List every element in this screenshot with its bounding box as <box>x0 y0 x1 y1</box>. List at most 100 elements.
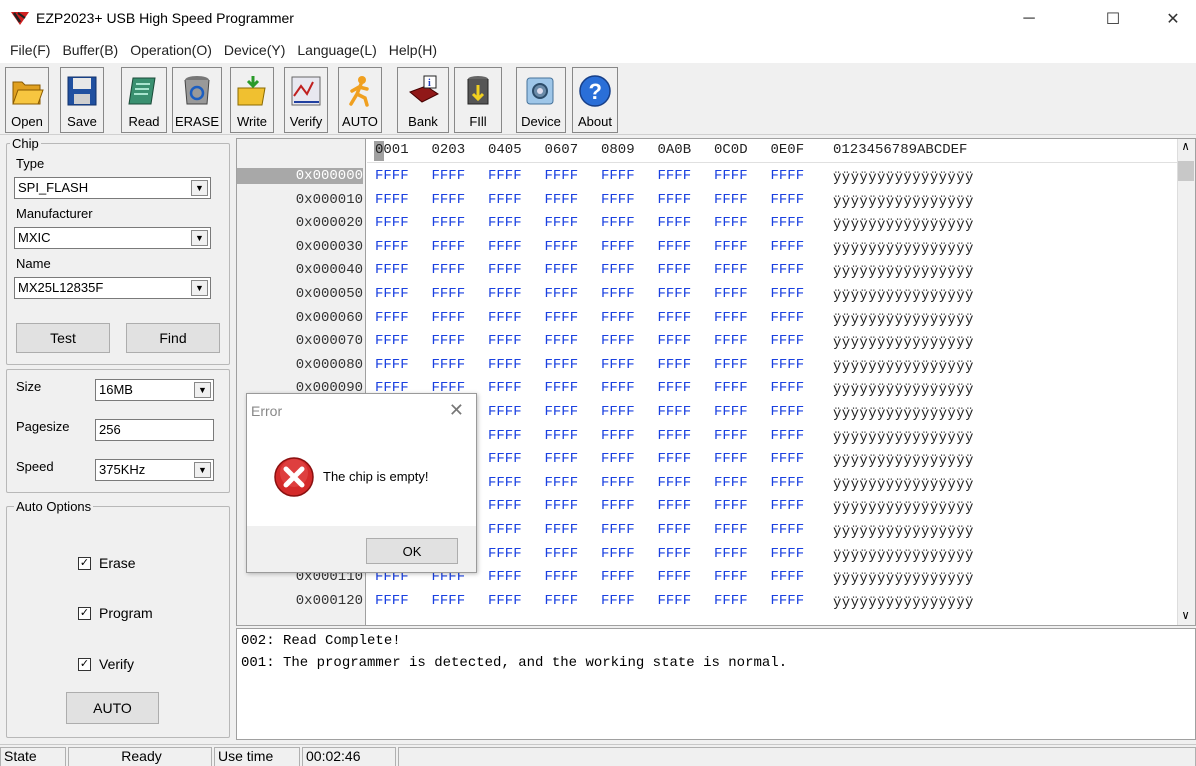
write-button[interactable]: Write <box>230 67 274 133</box>
hex-cell[interactable]: FFFF <box>375 168 409 184</box>
type-select[interactable]: SPI_FLASH ▼ <box>14 177 211 199</box>
hex-cell[interactable]: FFFF <box>375 357 409 373</box>
hex-cell[interactable]: FFFF <box>375 286 409 302</box>
hex-cell[interactable]: FFFF <box>658 593 692 609</box>
manufacturer-select[interactable]: MXIC ▼ <box>14 227 211 249</box>
hex-cell[interactable]: FFFF <box>432 239 466 255</box>
read-button[interactable]: Read <box>121 67 167 133</box>
hex-cell[interactable]: FFFF <box>601 239 635 255</box>
minimize-button[interactable]: ─ <box>1006 0 1052 37</box>
hex-cell[interactable]: FFFF <box>545 380 579 396</box>
hex-cell[interactable]: FFFF <box>658 286 692 302</box>
hex-row[interactable]: 0x000020 FFFF FFFF FFFF FFFF FFFF FFFF FFFF FFFF… <box>237 213 1195 237</box>
hex-cell[interactable]: FFFF <box>375 215 409 231</box>
hex-cell[interactable]: FFFF <box>488 380 522 396</box>
hex-cell[interactable]: FFFF <box>658 168 692 184</box>
hex-cell[interactable]: FFFF <box>545 168 579 184</box>
hex-cell[interactable]: FFFF <box>545 192 579 208</box>
hex-cell[interactable]: FFFF <box>658 569 692 585</box>
hex-cell[interactable]: FFFF <box>545 546 579 562</box>
hex-cell[interactable]: FFFF <box>601 569 635 585</box>
hex-cell[interactable]: FFFF <box>658 262 692 278</box>
hex-cell[interactable]: FFFF <box>375 593 409 609</box>
hex-cell[interactable]: FFFF <box>432 310 466 326</box>
size-select[interactable]: 16MB ▼ <box>95 379 214 401</box>
hex-cell[interactable]: FFFF <box>714 357 748 373</box>
hex-cell[interactable]: FFFF <box>601 451 635 467</box>
hex-cell[interactable]: FFFF <box>432 357 466 373</box>
menu-file[interactable]: File(F) <box>4 42 56 58</box>
hex-cell[interactable]: FFFF <box>601 310 635 326</box>
hex-cell[interactable]: FFFF <box>601 522 635 538</box>
hex-cell[interactable]: FFFF <box>771 404 805 420</box>
hex-cell[interactable]: FFFF <box>714 215 748 231</box>
hex-cell[interactable]: FFFF <box>771 239 805 255</box>
hex-cell[interactable]: FFFF <box>488 546 522 562</box>
verify-checkbox[interactable]: ✓ Verify <box>78 656 134 672</box>
hex-cell[interactable]: FFFF <box>601 262 635 278</box>
hex-cell[interactable]: FFFF <box>601 498 635 514</box>
hex-cell[interactable]: FFFF <box>488 168 522 184</box>
hex-cell[interactable]: FFFF <box>545 451 579 467</box>
hex-cell[interactable]: FFFF <box>658 310 692 326</box>
hex-cell[interactable]: FFFF <box>488 215 522 231</box>
hex-cell[interactable]: FFFF <box>601 546 635 562</box>
hex-cell[interactable]: FFFF <box>658 498 692 514</box>
hex-cell[interactable]: FFFF <box>488 357 522 373</box>
hex-cell[interactable]: FFFF <box>714 262 748 278</box>
menu-device[interactable]: Device(Y) <box>218 42 291 58</box>
hex-row[interactable]: 0x000080 FFFF FFFF FFFF FFFF FFFF FFFF FFFF FFFF… <box>237 355 1195 379</box>
hex-cell[interactable]: FFFF <box>488 239 522 255</box>
hex-row[interactable]: 0x000000 FFFF FFFF FFFF FFFF FFFF FFFF FFFF FFFF… <box>237 166 1195 190</box>
hex-row[interactable]: 0x000010 FFFF FFFF FFFF FFFF FFFF FFFF FFFF FFFF… <box>237 190 1195 214</box>
save-button[interactable]: Save <box>60 67 104 133</box>
hex-cell[interactable]: FFFF <box>658 192 692 208</box>
hex-cell[interactable]: FFFF <box>714 192 748 208</box>
hex-cell[interactable]: FFFF <box>714 333 748 349</box>
hex-cell[interactable]: FFFF <box>714 546 748 562</box>
ok-button[interactable]: OK <box>366 538 458 564</box>
hex-cell[interactable]: FFFF <box>488 498 522 514</box>
hex-cell[interactable]: FFFF <box>658 522 692 538</box>
hex-cell[interactable]: FFFF <box>771 475 805 491</box>
hex-cell[interactable]: FFFF <box>714 428 748 444</box>
hex-cell[interactable]: FFFF <box>488 569 522 585</box>
hex-cell[interactable]: FFFF <box>545 522 579 538</box>
scroll-thumb[interactable] <box>1178 161 1194 181</box>
chip-name-select[interactable]: MX25L12835F ▼ <box>14 277 211 299</box>
hex-cell[interactable]: FFFF <box>545 475 579 491</box>
hex-cell[interactable]: FFFF <box>714 451 748 467</box>
hex-cell[interactable]: FFFF <box>714 522 748 538</box>
test-button[interactable]: Test <box>16 323 110 353</box>
menu-language[interactable]: Language(L) <box>291 42 382 58</box>
hex-cell[interactable]: FFFF <box>601 380 635 396</box>
hex-cell[interactable]: FFFF <box>601 192 635 208</box>
hex-row[interactable]: 0x000070 FFFF FFFF FFFF FFFF FFFF FFFF FFFF FFFF… <box>237 331 1195 355</box>
hex-cell[interactable]: FFFF <box>771 262 805 278</box>
vertical-scrollbar[interactable]: ∧ ∨ <box>1177 139 1195 625</box>
hex-cell[interactable]: FFFF <box>375 310 409 326</box>
scroll-up-icon[interactable]: ∧ <box>1182 139 1189 154</box>
hex-cell[interactable]: FFFF <box>488 310 522 326</box>
close-button[interactable]: ✕ <box>1150 0 1196 37</box>
hex-cell[interactable]: FFFF <box>601 286 635 302</box>
program-checkbox[interactable]: ✓ Program <box>78 605 153 621</box>
hex-cell[interactable]: FFFF <box>658 475 692 491</box>
scroll-down-icon[interactable]: ∨ <box>1182 608 1189 623</box>
hex-cell[interactable]: FFFF <box>545 262 579 278</box>
hex-cell[interactable]: FFFF <box>771 168 805 184</box>
verify-button[interactable]: Verify <box>284 67 328 133</box>
hex-cell[interactable]: FFFF <box>375 192 409 208</box>
hex-cell[interactable]: FFFF <box>658 546 692 562</box>
hex-cell[interactable]: FFFF <box>771 215 805 231</box>
hex-cell[interactable]: FFFF <box>714 569 748 585</box>
hex-cell[interactable]: FFFF <box>714 168 748 184</box>
hex-cell[interactable]: FFFF <box>658 215 692 231</box>
hex-cell[interactable]: FFFF <box>432 593 466 609</box>
hex-cell[interactable]: FFFF <box>545 286 579 302</box>
hex-cell[interactable]: FFFF <box>714 380 748 396</box>
maximize-button[interactable]: ☐ <box>1090 0 1136 37</box>
hex-cell[interactable]: FFFF <box>432 333 466 349</box>
menu-operation[interactable]: Operation(O) <box>124 42 218 58</box>
hex-cell[interactable]: FFFF <box>771 357 805 373</box>
